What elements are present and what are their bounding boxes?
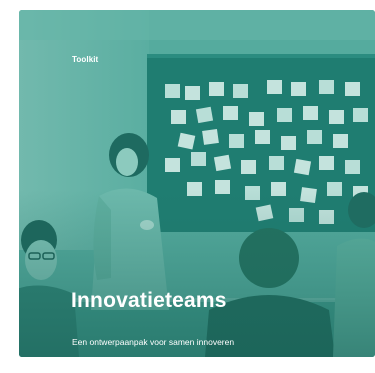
sticky-note xyxy=(281,136,296,150)
sticky-note xyxy=(269,156,284,170)
sticky-note xyxy=(329,110,344,124)
sticky-note xyxy=(171,110,186,124)
sticky-note xyxy=(185,86,200,100)
sticky-note xyxy=(165,84,180,98)
sticky-note xyxy=(293,158,312,176)
sticky-note xyxy=(195,106,214,124)
sticky-note xyxy=(353,108,368,122)
sticky-note xyxy=(241,160,256,174)
sticky-note xyxy=(267,80,282,94)
sticky-note xyxy=(223,106,238,120)
sticky-note xyxy=(233,84,248,98)
sticky-note xyxy=(209,82,224,96)
sticky-note xyxy=(277,108,292,122)
toolkit-card[interactable]: Toolkit Innovatieteams Een ontwerpaanpak… xyxy=(19,10,375,357)
sticky-note xyxy=(255,130,270,144)
sticky-note xyxy=(319,80,334,94)
sticky-note xyxy=(229,134,244,148)
sticky-note xyxy=(291,82,306,96)
card-subtitle: Een ontwerpaanpak voor samen innoveren xyxy=(72,337,235,347)
sticky-note xyxy=(165,158,180,172)
sticky-note xyxy=(202,128,219,145)
sticky-note xyxy=(249,112,264,126)
sticky-note xyxy=(345,160,360,174)
sticky-note xyxy=(319,156,334,170)
sticky-note xyxy=(333,134,348,148)
sticky-note xyxy=(345,82,360,96)
category-tag: Toolkit xyxy=(72,55,99,64)
sticky-note xyxy=(307,130,322,144)
sticky-note xyxy=(191,152,206,166)
sticky-note xyxy=(303,106,318,120)
card-title: Innovatieteams xyxy=(71,289,227,312)
sticky-note xyxy=(213,154,232,172)
